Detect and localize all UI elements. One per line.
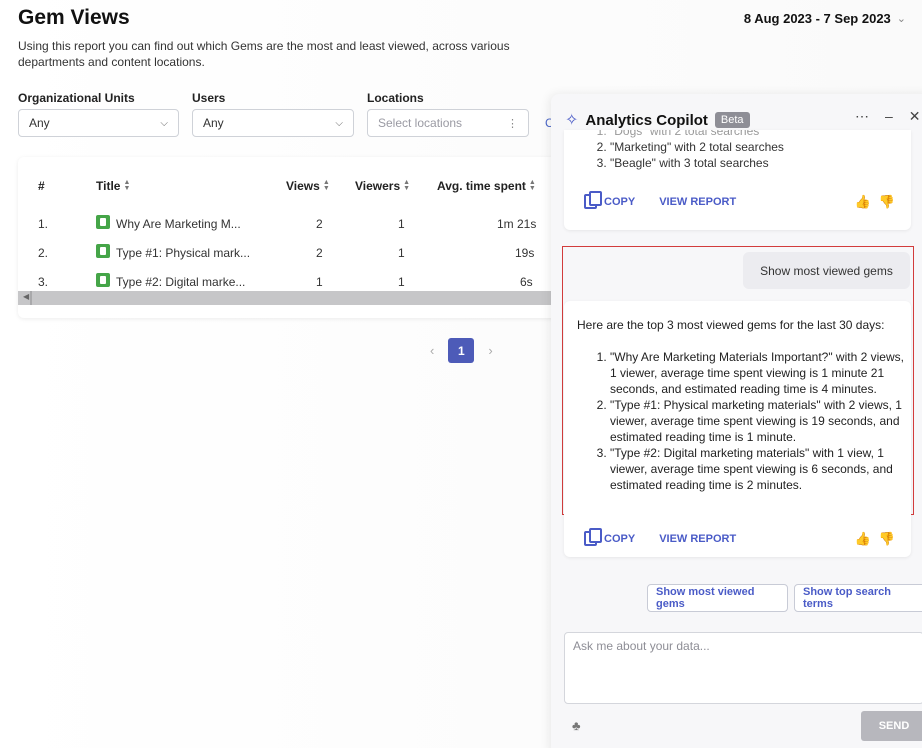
more-horizontal-icon[interactable]: ⋯	[855, 108, 869, 125]
gem-views-table: # Title ▲ ▼ Views ▲ ▼ Viewers ▲ ▼ Avg. time…	[18, 157, 558, 318]
copilot-title: Analytics Copilot	[585, 111, 708, 129]
thumbs-up-icon[interactable]: 👍	[855, 531, 871, 547]
org-units-label: Organizational Units	[18, 91, 135, 105]
close-icon[interactable]: ✕	[909, 108, 921, 125]
more-vertical-icon: ⋮	[507, 117, 518, 130]
copy-icon	[584, 528, 602, 546]
page-button-current[interactable]: 1	[448, 338, 475, 363]
date-range-picker[interactable]: 8 Aug 2023 - 7 Sep 2023 ⌄	[744, 11, 906, 26]
message-actions: COPY VIEW REPORT	[584, 528, 736, 546]
answer-intro: Here are the top 3 most viewed gems for …	[577, 318, 885, 332]
users-select[interactable]: Any ⌵	[192, 109, 354, 137]
locations-select[interactable]: Select locations ⋮	[367, 109, 529, 137]
chevron-down-icon: ⌵	[160, 117, 168, 129]
document-icon	[96, 215, 110, 229]
assistant-message-previous: "Dogs" with 2 total searches "Marketing"…	[564, 130, 911, 230]
assistant-message: Here are the top 3 most viewed gems for …	[564, 301, 911, 557]
minimize-icon[interactable]: –	[885, 108, 893, 125]
org-units-value: Any	[29, 116, 50, 130]
next-page-icon[interactable]: ›	[488, 343, 492, 358]
chevron-down-icon: ⌵	[335, 117, 343, 129]
horizontal-scrollbar[interactable]: ◀	[18, 291, 558, 305]
locations-placeholder: Select locations	[378, 116, 463, 130]
previous-answer-list: "Dogs" with 2 total searches "Marketing"…	[596, 130, 784, 171]
sort-arrows-icon: ▲ ▼	[403, 179, 411, 192]
thumbs-up-icon[interactable]: 👍	[855, 194, 871, 210]
users-label: Users	[192, 91, 226, 105]
list-item: "Type #1: Physical marketing materials" …	[610, 397, 904, 445]
beta-badge: Beta	[714, 112, 750, 128]
col-header-views[interactable]: Views ▲ ▼	[286, 179, 330, 193]
analytics-copilot-panel: ✧ Analytics Copilot Beta ⋯ – ✕ "Dogs" wi…	[551, 94, 922, 748]
copilot-window-actions: ⋯ – ✕	[855, 108, 921, 125]
gem-title-link[interactable]: Why Are Marketing M...	[116, 217, 241, 231]
page-title: Gem Views	[18, 6, 130, 29]
copy-button[interactable]: COPY	[584, 191, 635, 209]
user-message: Show most viewed gems	[743, 252, 910, 289]
view-report-button[interactable]: VIEW REPORT	[659, 533, 736, 545]
scroll-left-icon[interactable]: ◀	[23, 292, 29, 301]
answer-list: "Why Are Marketing Materials Important?"…	[610, 349, 904, 493]
date-range-label: 8 Aug 2023 - 7 Sep 2023	[743, 11, 891, 26]
feedback: 👍 👎	[855, 531, 895, 547]
suggestion-most-viewed[interactable]: Show most viewed gems	[647, 584, 788, 612]
copy-icon	[584, 191, 602, 209]
list-item: "Why Are Marketing Materials Important?"…	[610, 349, 904, 397]
org-units-select[interactable]: Any ⌵	[18, 109, 179, 137]
thumbs-down-icon[interactable]: 👎	[879, 531, 895, 547]
sort-arrows-icon: ▲ ▼	[322, 179, 330, 192]
gem-views-page: Gem Views 8 Aug 2023 - 7 Sep 2023 ⌄ Usin…	[0, 0, 922, 748]
broom-icon[interactable]: ♣	[572, 718, 581, 733]
message-actions: COPY VIEW REPORT	[584, 191, 736, 209]
col-header-viewers[interactable]: Viewers ▲ ▼	[355, 179, 410, 193]
col-header-avg-time[interactable]: Avg. time spent ▲ ▼	[437, 179, 536, 193]
list-item: "Type #2: Digital marketing materials" w…	[610, 445, 904, 493]
gem-title-link[interactable]: Type #2: Digital marke...	[116, 275, 245, 289]
document-icon	[96, 273, 110, 287]
table-row[interactable]: 1. Why Are Marketing M... 2 1 1m 21s	[18, 210, 558, 239]
document-icon	[96, 244, 110, 258]
locations-label: Locations	[367, 91, 424, 105]
view-report-button[interactable]: VIEW REPORT	[659, 196, 736, 208]
thumbs-down-icon[interactable]: 👎	[879, 194, 895, 210]
suggestion-top-search[interactable]: Show top search terms	[794, 584, 922, 612]
sparkle-icon: ✧	[565, 112, 579, 129]
sort-arrows-icon: ▲ ▼	[528, 179, 536, 192]
pagination: ‹ 1 ›	[430, 338, 493, 363]
table-row[interactable]: 2. Type #1: Physical mark... 2 1 19s	[18, 239, 558, 268]
gem-title-link[interactable]: Type #1: Physical mark...	[116, 246, 250, 260]
col-header-title[interactable]: Title ▲ ▼	[96, 179, 130, 193]
ask-input[interactable]	[564, 632, 922, 704]
copy-button[interactable]: COPY	[584, 528, 635, 546]
chevron-down-icon: ⌄	[896, 13, 906, 25]
send-button[interactable]: SEND	[861, 711, 922, 741]
scrollbar-thumb[interactable]	[30, 291, 32, 305]
users-value: Any	[203, 116, 224, 130]
prev-page-icon[interactable]: ‹	[430, 343, 434, 358]
feedback: 👍 👎	[855, 194, 895, 210]
copilot-header: ✧ Analytics Copilot Beta	[565, 110, 750, 130]
page-description: Using this report you can find out which…	[18, 39, 510, 69]
sort-arrows-icon: ▲ ▼	[123, 179, 131, 192]
col-header-num: #	[38, 179, 45, 193]
